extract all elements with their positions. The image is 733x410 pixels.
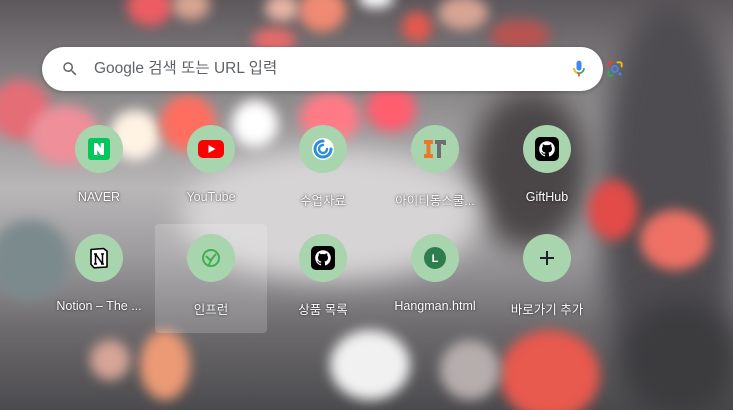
naver-icon (88, 138, 110, 160)
shortcut-icon-circle (299, 125, 347, 173)
shortcut-icon-circle (75, 125, 123, 173)
youtube-icon (198, 140, 224, 158)
inflearn-icon (199, 246, 223, 270)
shortcut-inflearn[interactable]: 인프런 (155, 224, 267, 333)
onedrive-swirl-icon (311, 137, 335, 161)
shortcut-icon-circle (75, 234, 123, 282)
shortcut-label: 인프런 (193, 303, 229, 317)
shortcut-icon-circle (299, 234, 347, 282)
notion-icon (87, 246, 111, 270)
shortcut-label: 아이티동스쿨... (395, 194, 475, 208)
google-lens-icon[interactable] (605, 59, 625, 79)
shortcut-itdong-school[interactable]: 아이티동스쿨... (379, 115, 491, 224)
shortcut-icon-circle (187, 234, 235, 282)
shortcuts-grid: NAVER YouTube 수업자료 아이티동스쿨... GiftHub Not… (43, 115, 603, 333)
shortcut-label: YouTube (186, 190, 236, 204)
shortcut-icon-circle (411, 125, 459, 173)
add-shortcut-button[interactable]: 바로가기 추가 (491, 224, 603, 333)
microphone-icon[interactable] (569, 59, 589, 79)
shortcut-class-materials[interactable]: 수업자료 (267, 115, 379, 224)
shortcut-label: NAVER (77, 190, 121, 204)
shortcut-icon-circle (523, 234, 571, 282)
shortcut-hangman[interactable]: L Hangman.html (379, 224, 491, 333)
search-box[interactable] (42, 47, 623, 91)
shortcut-naver[interactable]: NAVER (43, 115, 155, 224)
letter-l-text: L (432, 253, 439, 265)
shortcut-label: GiftHub (525, 190, 569, 204)
itd-logo-icon (422, 137, 448, 161)
shortcut-gifthub[interactable]: GiftHub (491, 115, 603, 224)
shortcut-product-list[interactable]: 상품 목록 (267, 224, 379, 333)
shortcut-icon-circle (523, 125, 571, 173)
shortcut-label: 바로가기 추가 (510, 303, 584, 317)
shortcut-notion[interactable]: Notion – The ... (43, 224, 155, 333)
shortcut-label: 수업자료 (299, 194, 346, 208)
search-input[interactable] (94, 47, 494, 91)
shortcut-label: Hangman.html (394, 299, 476, 313)
github-icon (311, 246, 335, 270)
shortcut-label: 상품 목록 (298, 303, 348, 317)
letter-l-icon: L (424, 247, 446, 269)
shortcut-label: Notion – The ... (56, 299, 142, 313)
search-icon (61, 60, 79, 78)
shortcut-youtube[interactable]: YouTube (155, 115, 267, 224)
shortcut-icon-circle (187, 125, 235, 173)
shortcut-icon-circle: L (411, 234, 459, 282)
plus-icon (539, 250, 555, 266)
github-icon (535, 137, 559, 161)
